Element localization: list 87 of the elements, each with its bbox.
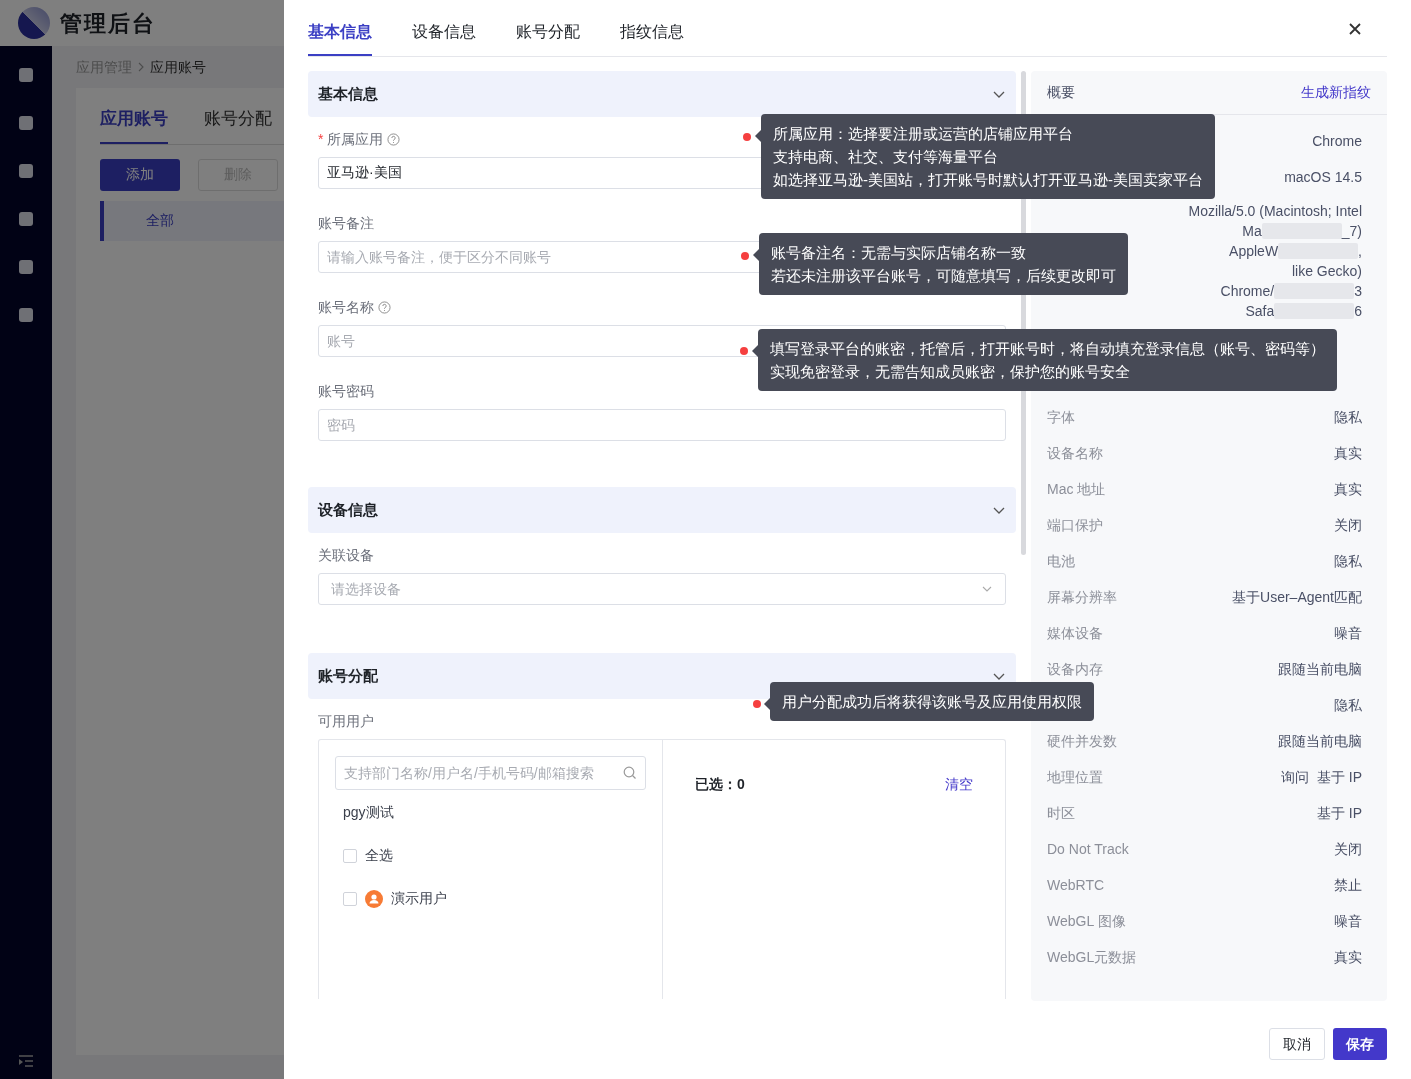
group-name[interactable]: pgy测试: [343, 802, 394, 823]
option-label[interactable]: 全选: [365, 845, 393, 866]
fingerprint-label: 硬件并发数: [1047, 731, 1117, 751]
fingerprint-value: Ma: [1242, 221, 1262, 241]
fingerprint-value: Chrome: [1312, 131, 1362, 151]
tab[interactable]: 账号分配: [516, 20, 580, 56]
checkbox[interactable]: [343, 891, 357, 906]
fingerprint-value: 6: [1354, 301, 1362, 321]
fingerprint-value: 真实: [1334, 443, 1362, 463]
fingerprint-label: WebRTC: [1047, 875, 1105, 895]
generate-link[interactable]: 生成新指纹: [1301, 82, 1371, 103]
breadcrumb-current: 应用账号: [150, 57, 206, 77]
selected-count: 已选：0: [695, 775, 745, 794]
checkbox[interactable]: [343, 848, 357, 863]
tab[interactable]: 账号分配: [204, 106, 272, 144]
fingerprint-value: Safa: [1245, 301, 1275, 321]
search-icon: [623, 766, 637, 780]
panel-title: 概要: [1047, 83, 1075, 102]
clear-link[interactable]: 清空: [945, 774, 973, 795]
cancel-button[interactable]: 取消: [1269, 1028, 1325, 1060]
tab[interactable]: 设备信息: [412, 20, 476, 56]
option-label[interactable]: 演示用户: [391, 888, 447, 909]
fingerprint-value: 禁止: [1334, 875, 1362, 895]
logo-icon: [18, 7, 50, 39]
fingerprint-value: _7): [1341, 221, 1362, 241]
nav-icon[interactable]: [17, 114, 35, 132]
field-label: 所属应用: [327, 129, 384, 149]
fingerprint-value: 隐私: [1334, 695, 1362, 715]
fingerprint-value: 跟随当前电脑: [1278, 659, 1362, 679]
nav-icon[interactable]: [17, 162, 35, 180]
fingerprint-value: 关闭: [1334, 839, 1362, 859]
section-header[interactable]: 基本信息: [308, 71, 1016, 117]
tab[interactable]: 基本信息: [308, 20, 372, 56]
user-avatar-icon: [365, 889, 383, 908]
tab[interactable]: 应用账号: [100, 106, 168, 144]
fingerprint-value: 跟随当前电脑: [1278, 731, 1362, 751]
fingerprint-value: 关闭: [1334, 515, 1362, 535]
fingerprint-value: Chrome/: [1220, 281, 1275, 301]
fingerprint-value: 真实: [1334, 947, 1362, 967]
fingerprint-label: WebGL 图像: [1047, 911, 1126, 931]
fingerprint-label: Do Not Track: [1047, 839, 1129, 859]
fingerprint-label: 地理位置: [1047, 767, 1103, 787]
fingerprint-value: 噪音: [1334, 623, 1362, 643]
fingerprint-value: 真实: [1334, 479, 1362, 499]
fingerprint-value: 隐私: [1334, 407, 1362, 427]
required-mark: *: [318, 129, 324, 149]
app-title: 管理后台: [60, 9, 156, 38]
field-label: 账号备注: [318, 213, 374, 233]
nav-icon[interactable]: [17, 210, 35, 228]
nav-icon[interactable]: [17, 258, 35, 276]
section-header[interactable]: 设备信息: [308, 487, 1016, 533]
field-label: 关联设备: [318, 545, 374, 565]
fingerprint-label: 时区: [1047, 803, 1075, 823]
field-label: 账号名称: [318, 297, 374, 317]
fingerprint-value: 基于 IP: [1316, 803, 1362, 823]
fingerprint-value: like Gecko): [1291, 261, 1362, 281]
fingerprint-value: Mozilla/5.0 (Macintosh; Intel: [1188, 201, 1362, 221]
fingerprint-value: 隐私: [1334, 551, 1362, 571]
tab[interactable]: 指纹信息: [620, 20, 684, 56]
fingerprint-label: 设备内存: [1047, 659, 1103, 679]
tooltip-text: 所属应用：选择要注册或运营的店铺应用平台: [773, 124, 1074, 144]
tooltip-text: 实现免密登录，无需告知成员账密，保护您的账号安全: [770, 362, 1131, 382]
close-icon[interactable]: [1349, 23, 1361, 35]
fingerprint-value: macOS 14.5: [1284, 167, 1362, 187]
fingerprint-value: ,: [1358, 241, 1362, 261]
fingerprint-label: WebGL元数据: [1047, 947, 1137, 967]
fingerprint-label: 媒体设备: [1047, 623, 1103, 643]
fingerprint-label: 设备名称: [1047, 443, 1103, 463]
fingerprint-label: 电池: [1047, 551, 1075, 571]
save-button[interactable]: 保存: [1333, 1028, 1387, 1060]
field-label: 账号密码: [318, 381, 374, 401]
fingerprint-label: 字体: [1047, 407, 1075, 427]
fingerprint-value: 基于User–Agent匹配: [1232, 587, 1362, 607]
fingerprint-value: AppleW: [1229, 241, 1279, 261]
fingerprint-value: 噪音: [1334, 911, 1362, 931]
field-label: 可用用户: [318, 711, 374, 731]
fingerprint-label: 屏幕分辨率: [1047, 587, 1117, 607]
nav-icon[interactable]: [17, 66, 35, 84]
fingerprint-label: 端口保护: [1047, 515, 1103, 535]
fingerprint-label: Mac 地址: [1047, 479, 1106, 499]
toolbar-button[interactable]: 添加: [100, 158, 180, 191]
menu-icon[interactable]: [18, 1055, 34, 1069]
input-field[interactable]: 密码: [318, 409, 1006, 441]
nav-icon[interactable]: [17, 306, 35, 324]
fingerprint-value: 3: [1354, 281, 1362, 301]
fingerprint-value: 询问 基于 IP: [1281, 767, 1362, 787]
chevron-right-icon: [138, 62, 144, 72]
